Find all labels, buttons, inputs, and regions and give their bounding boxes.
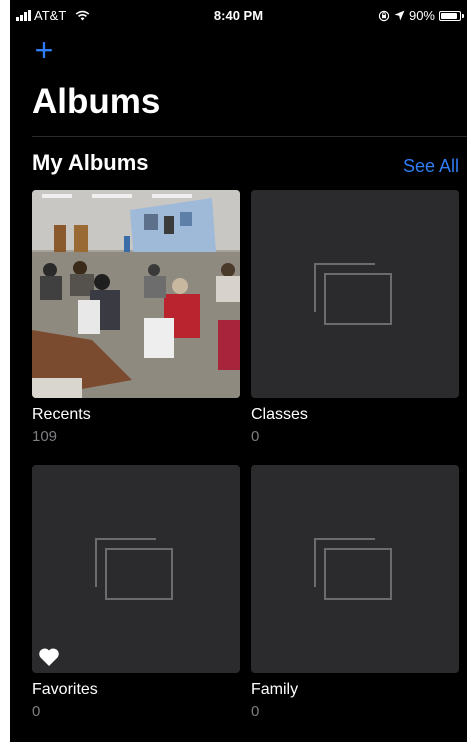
status-bar: AT&T 8:40 PM 90%: [10, 6, 467, 26]
page-title: Albums: [32, 82, 161, 121]
album-favorites[interactable]: Favorites 0: [32, 465, 240, 720]
battery-percent: 90%: [408, 8, 435, 23]
album-thumbnail[interactable]: [32, 465, 240, 673]
empty-album-icon: [314, 263, 392, 325]
lock-rotation-icon: [378, 10, 390, 21]
section-title: My Albums: [32, 150, 149, 175]
album-family[interactable]: Family 0: [251, 465, 459, 720]
location-arrow-icon: [394, 10, 405, 21]
add-album-button[interactable]: +: [30, 34, 58, 66]
heart-icon: [39, 648, 59, 666]
album-count: 0: [251, 428, 260, 445]
battery-icon: [439, 10, 464, 21]
album-count: 0: [251, 703, 260, 720]
album-thumbnail[interactable]: [251, 190, 459, 398]
album-classes[interactable]: Classes 0: [251, 190, 459, 445]
albums-screen: AT&T 8:40 PM 90% + Albums My Albums See …: [10, 0, 467, 742]
album-count: 0: [32, 703, 41, 720]
album-recents[interactable]: Recents 109: [32, 190, 240, 445]
header-divider: [32, 136, 467, 137]
album-name: Classes: [251, 406, 308, 423]
empty-album-icon: [314, 538, 392, 600]
album-name: Favorites: [32, 681, 98, 698]
empty-album-icon: [95, 538, 173, 600]
see-all-button[interactable]: See All: [403, 156, 459, 177]
battery-fill: [441, 12, 458, 19]
recents-photo: [32, 190, 240, 398]
album-thumbnail[interactable]: [32, 190, 240, 398]
album-thumbnail[interactable]: [251, 465, 459, 673]
status-right: 90%: [378, 8, 464, 23]
album-name: Recents: [32, 406, 91, 423]
album-count: 109: [32, 428, 58, 445]
album-name: Family: [251, 681, 299, 698]
